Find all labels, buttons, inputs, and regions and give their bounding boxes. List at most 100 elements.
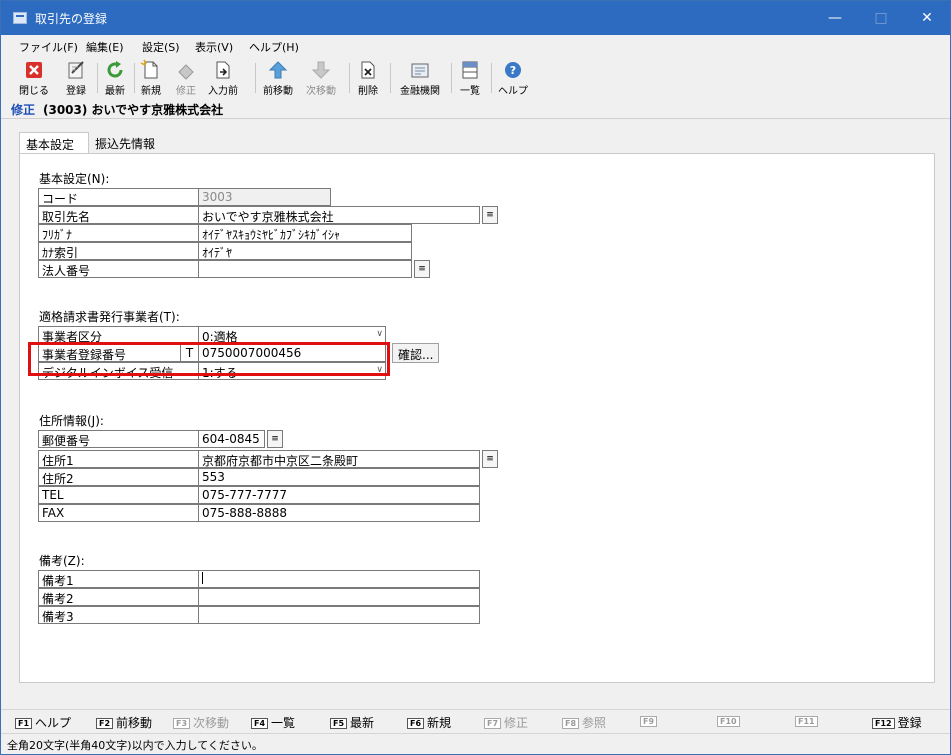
maximize-button[interactable]: □ <box>858 1 904 35</box>
menu-settings[interactable]: 設定(S) <box>142 39 180 55</box>
partner-name-dropdown-button[interactable]: ≡ <box>482 206 498 224</box>
register-button[interactable]: 登録 <box>63 59 89 97</box>
field-note3: 備考3 <box>38 606 480 624</box>
fkey-f3[interactable]: F3 次移動 <box>173 714 229 731</box>
field-tel: TEL 075-777-7777 <box>38 486 480 504</box>
menu-help[interactable]: ヘルプ(H) <box>249 39 299 55</box>
field-corporate-number: 法人番号 ≡ <box>38 260 431 278</box>
tel-input[interactable]: 075-777-7777 <box>199 486 480 504</box>
tab-transfer-info[interactable]: 振込先情報 <box>89 132 169 154</box>
menu-bar: ファイル(F) 編集(E) 設定(S) 表示(V) ヘルプ(H) <box>1 35 950 57</box>
confirm-button[interactable]: 確認... <box>392 343 440 363</box>
toolbar-separator <box>349 63 350 93</box>
before-input-button[interactable]: 入力前 <box>206 59 240 97</box>
section-invoice-label: 適格請求書発行事業者(T): <box>39 310 180 324</box>
tab-basic-settings[interactable]: 基本設定 <box>19 132 89 154</box>
svg-text:?: ? <box>510 64 516 77</box>
minimize-button[interactable]: — <box>812 1 858 35</box>
menu-edit[interactable]: 編集(E) <box>86 39 124 55</box>
menu-file[interactable]: ファイル(F) <box>19 39 78 55</box>
field-address2: 住所2 553 <box>38 468 480 486</box>
address2-input[interactable]: 553 <box>199 468 480 486</box>
field-kana: ﾌﾘｶﾞﾅ ｵｲﾃﾞﾔｽｷｮｳﾐﾔﾋﾞｶﾌﾞｼｷｶﾞｲｼｬ <box>38 224 412 242</box>
function-key-bar: F1 ヘルプ F2 前移動 F3 次移動 F4 一覧 F5 最新 F6 新規 F7 修正 F8… <box>1 709 950 733</box>
postal-code-dropdown-button[interactable]: ≡ <box>267 430 283 448</box>
fkey-f10[interactable]: F10 <box>717 714 743 728</box>
delete-icon <box>361 61 375 79</box>
corporate-number-input[interactable] <box>199 260 412 278</box>
arrow-up-icon <box>268 61 288 79</box>
prev-record-button[interactable]: 前移動 <box>260 59 296 97</box>
fkey-f5[interactable]: F5 最新 <box>330 714 374 731</box>
title-bar: 取引先の登録 — □ ✕ <box>1 1 950 35</box>
toolbar-separator <box>491 63 492 93</box>
field-partner-name: 取引先名 おいでやす京雅株式会社 ≡ <box>38 206 499 224</box>
address1-dropdown-button[interactable]: ≡ <box>482 450 498 468</box>
partner-name-input[interactable]: おいでやす京雅株式会社 <box>199 206 480 224</box>
app-window: 取引先の登録 — □ ✕ ファイル(F) 編集(E) 設定(S) 表示(V) ヘ… <box>0 0 951 755</box>
corporate-number-dropdown-button[interactable]: ≡ <box>414 260 430 278</box>
close-button[interactable]: 閉じる <box>18 59 50 97</box>
mode-label: 修正 <box>11 103 36 117</box>
app-icon <box>13 12 27 24</box>
list-button[interactable]: 一覧 <box>457 59 483 97</box>
fkey-f6[interactable]: F6 新規 <box>407 714 451 731</box>
toolbar-separator <box>255 63 256 93</box>
status-bar: 全角20文字(半角40文字)以内で入力してください。 <box>1 733 950 754</box>
new-button[interactable]: 新規 <box>138 59 164 97</box>
delete-button[interactable]: 削除 <box>354 59 382 97</box>
edit-button[interactable]: 修正 <box>173 59 199 97</box>
field-code: コード 3003 <box>38 188 331 206</box>
fax-input[interactable]: 075-888-8888 <box>199 504 480 522</box>
address1-input[interactable]: 京都府京都市中京区二条殿町 <box>199 450 480 468</box>
partner-title: (3003) おいでやす京雅株式会社 <box>43 103 224 117</box>
field-fax: FAX 075-888-8888 <box>38 504 480 522</box>
close-window-button[interactable]: ✕ <box>904 1 950 35</box>
toolbar-separator <box>134 63 135 93</box>
menu-view[interactable]: 表示(V) <box>195 39 233 55</box>
next-record-button[interactable]: 次移動 <box>303 59 339 97</box>
list-icon <box>462 61 478 79</box>
kana-input[interactable]: ｵｲﾃﾞﾔｽｷｮｳﾐﾔﾋﾞｶﾌﾞｼｷｶﾞｲｼｬ <box>199 224 412 242</box>
section-basic-label: 基本設定(N): <box>39 172 110 186</box>
bank-button[interactable]: 金融機関 <box>395 59 445 97</box>
toolbar-separator <box>97 63 98 93</box>
toolbar-separator <box>390 63 391 93</box>
revert-icon <box>216 61 230 79</box>
help-icon: ? <box>505 62 521 78</box>
chevron-down-icon: ∨ <box>376 329 383 339</box>
toolbar: 閉じる 登録 最新 新規 修正 入力前 前移動 次移動 削除 金融機関 一覧 ?… <box>1 57 950 99</box>
eraser-icon <box>178 64 194 80</box>
kana-index-input[interactable]: ｵｲﾃﾞﾔ <box>199 242 412 260</box>
fkey-f12[interactable]: F12 登録 <box>872 714 922 731</box>
fkey-f1[interactable]: F1 ヘルプ <box>15 714 71 731</box>
bank-icon <box>411 63 429 78</box>
field-note1: 備考1 <box>38 570 480 588</box>
form-panel: 基本設定(N): コード 3003 取引先名 おいでやす京雅株式会社 ≡ ﾌﾘｶ… <box>19 153 935 683</box>
toolbar-separator <box>451 63 452 93</box>
fkey-f8[interactable]: F8 参照 <box>562 714 606 731</box>
note1-input[interactable] <box>199 570 480 588</box>
field-postal-code: 郵便番号 604-0845 ≡ <box>38 430 300 448</box>
refresh-button[interactable]: 最新 <box>102 59 128 97</box>
close-icon <box>26 62 42 78</box>
fkey-f2[interactable]: F2 前移動 <box>96 714 152 731</box>
field-kana-index: ｶﾅ索引 ｵｲﾃﾞﾔ <box>38 242 412 260</box>
postal-code-input[interactable]: 604-0845 <box>199 430 265 448</box>
mode-bar: 修正 (3003) おいでやす京雅株式会社 <box>1 99 950 119</box>
arrow-down-icon <box>311 61 331 79</box>
fkey-f11[interactable]: F11 <box>795 714 821 728</box>
fkey-f7[interactable]: F7 修正 <box>484 714 528 731</box>
note3-input[interactable] <box>199 606 480 624</box>
window-title: 取引先の登録 <box>35 12 108 26</box>
help-button[interactable]: ? ヘルプ <box>496 59 530 97</box>
field-address1: 住所1 京都府京都市中京区二条殿町 ≡ <box>38 450 499 468</box>
section-address-label: 住所情報(J): <box>39 414 104 428</box>
text-cursor <box>202 572 203 584</box>
fkey-f4[interactable]: F4 一覧 <box>251 714 295 731</box>
fkey-f9[interactable]: F9 <box>640 714 660 728</box>
field-note2: 備考2 <box>38 588 480 606</box>
new-document-icon <box>140 59 158 79</box>
note2-input[interactable] <box>199 588 480 606</box>
code-field: 3003 <box>199 188 331 206</box>
